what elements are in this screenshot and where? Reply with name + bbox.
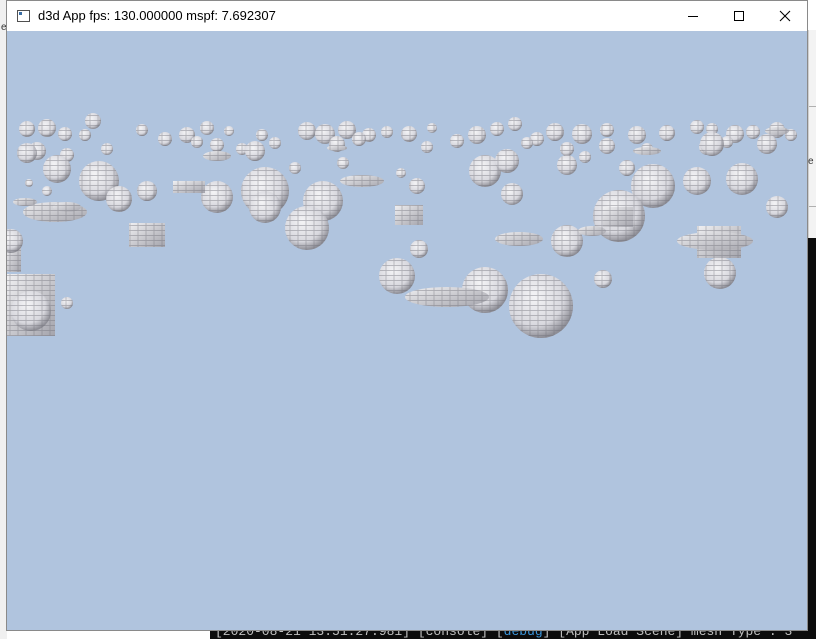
app-window-icon[interactable]: [17, 10, 30, 22]
close-icon: [779, 10, 791, 22]
background-text-fragment-right: e: [808, 156, 814, 167]
background-window-edge-right: [808, 30, 816, 238]
maximize-button[interactable]: [716, 1, 762, 31]
minimize-button[interactable]: [670, 1, 716, 31]
window-title: d3d App fps: 130.000000 mspf: 7.692307: [38, 8, 276, 23]
d3d-app-window[interactable]: d3d App fps: 130.000000 mspf: 7.692307: [6, 0, 808, 631]
render-viewport[interactable]: [7, 31, 807, 630]
3d-scene: [7, 113, 797, 338]
close-button[interactable]: [762, 1, 808, 31]
maximize-icon: [734, 11, 744, 21]
title-bar[interactable]: d3d App fps: 130.000000 mspf: 7.692307: [7, 1, 807, 31]
minimize-icon: [688, 16, 698, 17]
